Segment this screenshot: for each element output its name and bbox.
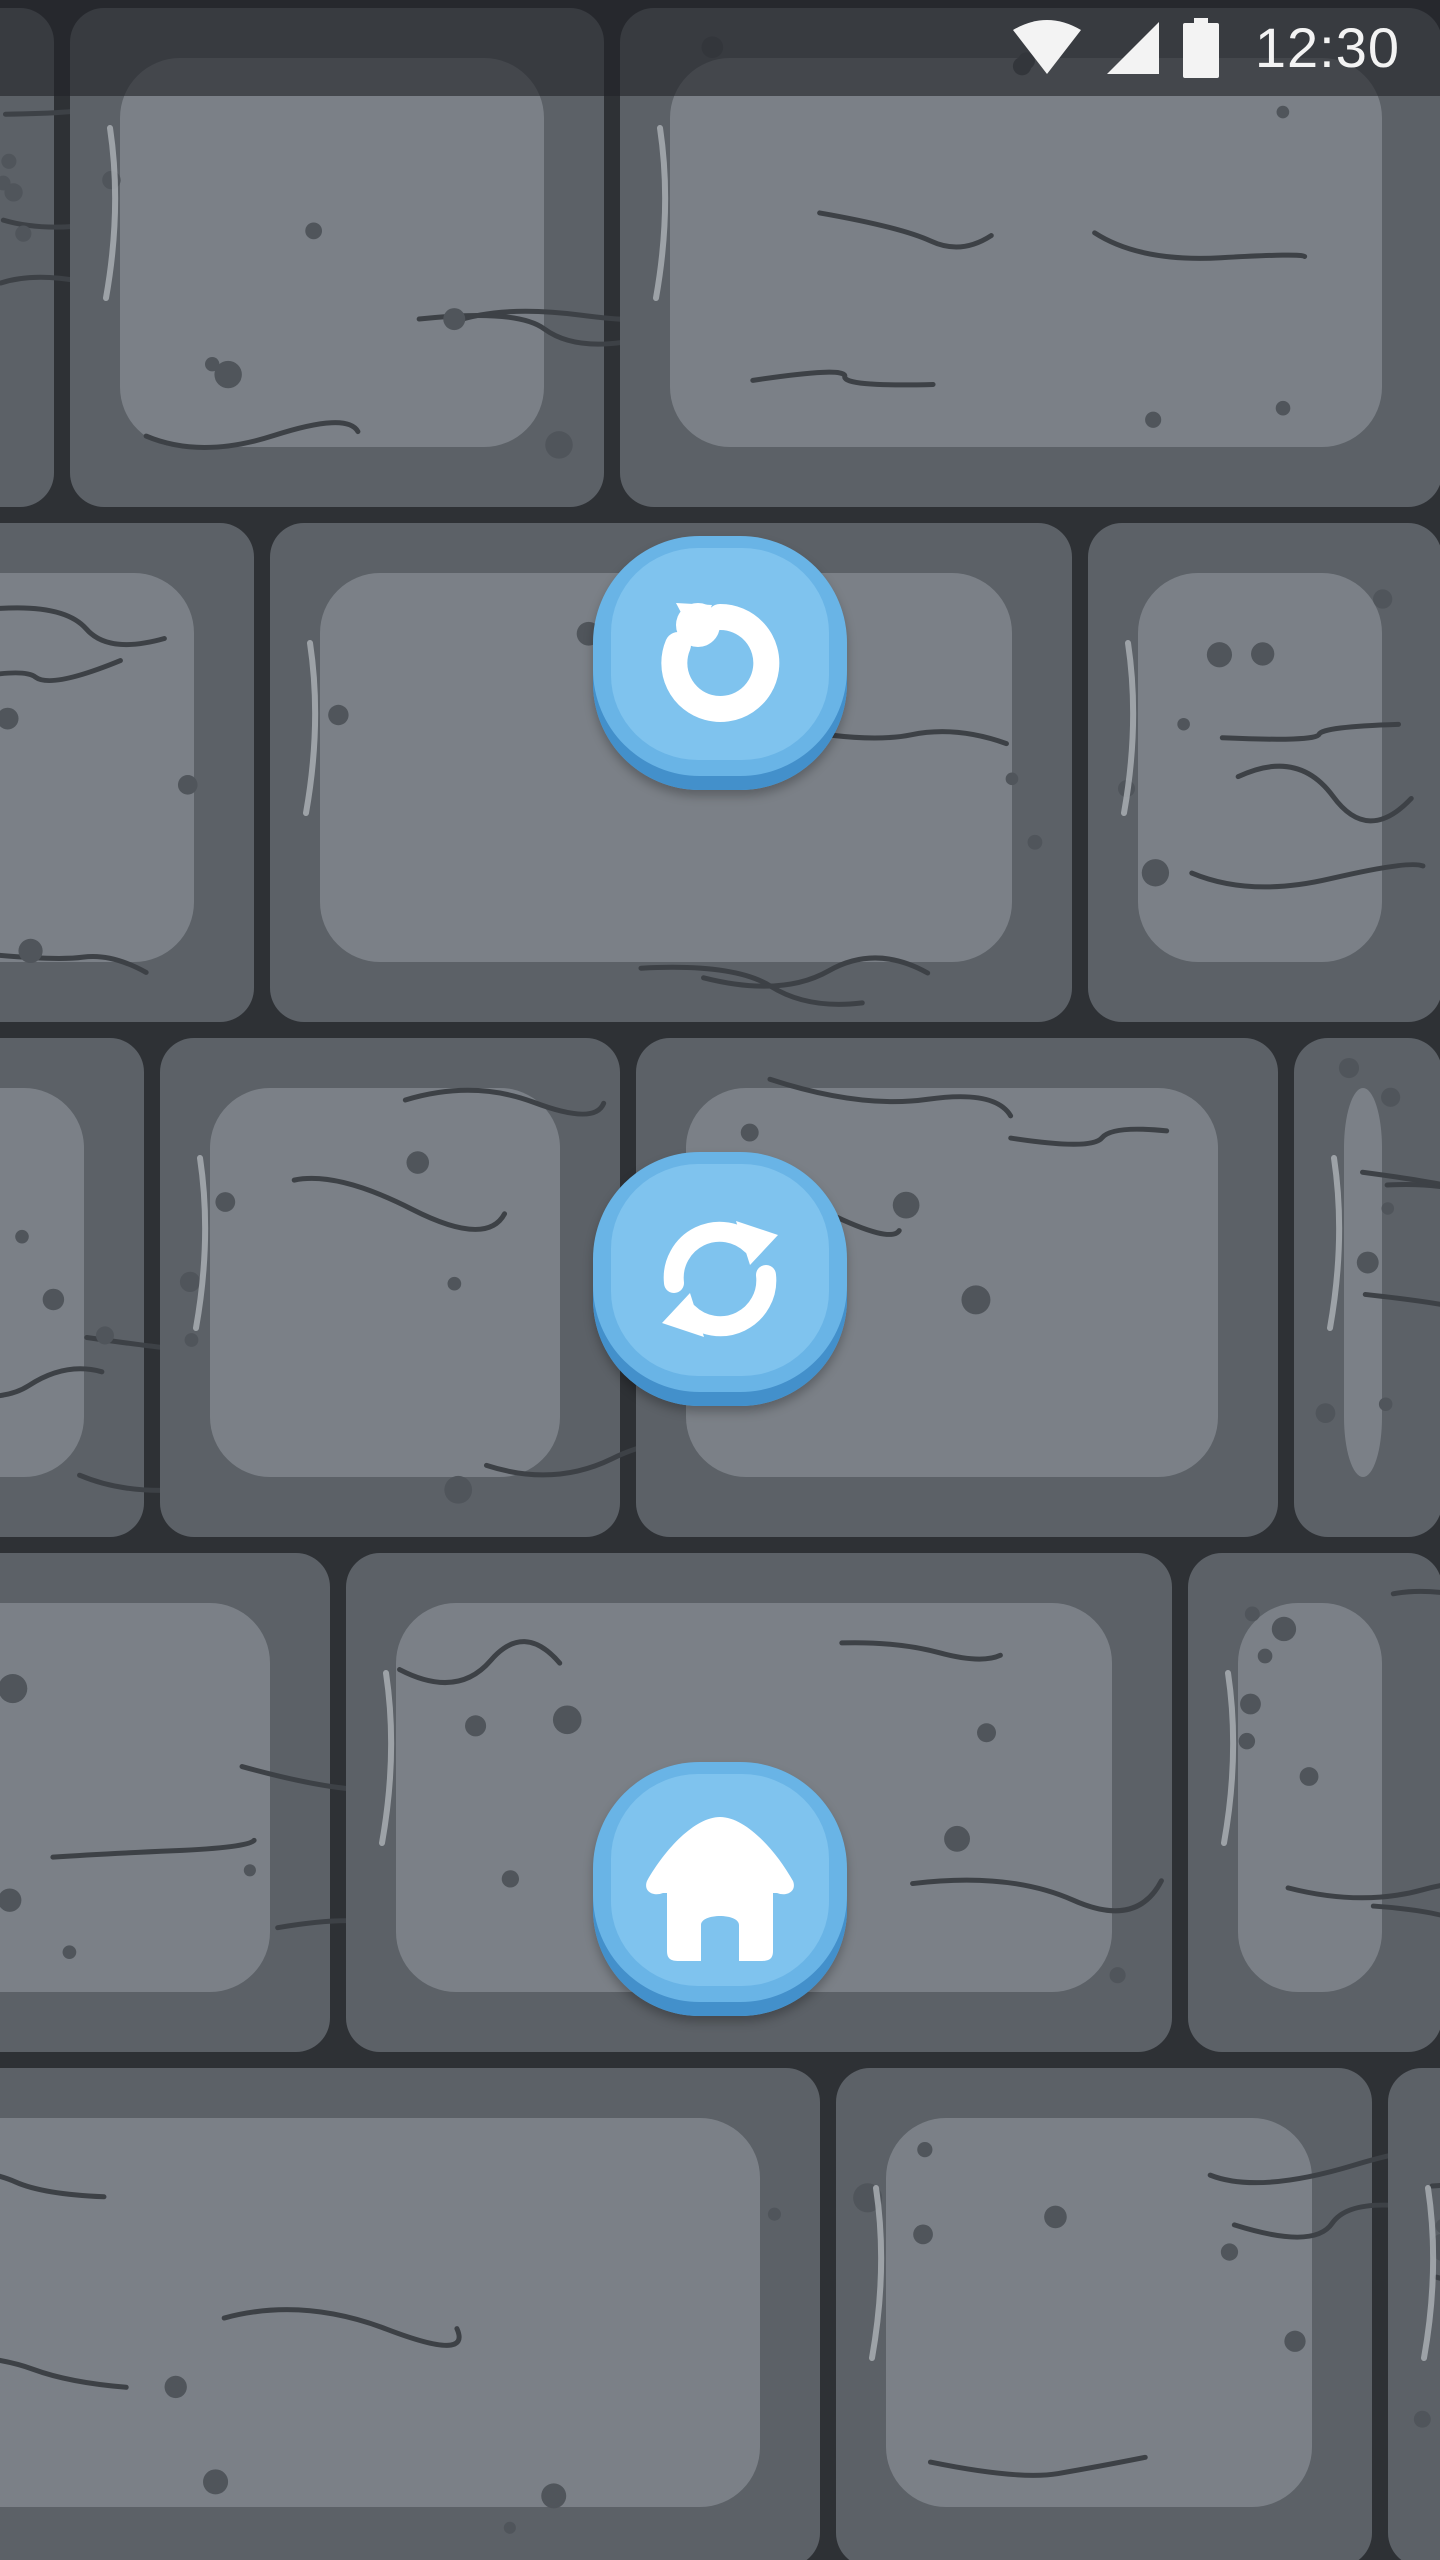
home-icon — [646, 1817, 794, 1961]
home-button[interactable] — [593, 1762, 847, 2016]
restart-button[interactable] — [593, 536, 847, 790]
refresh-icon — [662, 1221, 778, 1337]
replay-button[interactable] — [593, 1152, 847, 1406]
status-clock: 12:30 — [1254, 16, 1400, 79]
cellular-signal-icon — [1106, 22, 1159, 74]
status-bar: 12:30 — [0, 0, 1440, 96]
battery-icon — [1182, 18, 1219, 78]
wifi-icon — [1012, 20, 1081, 74]
restart-icon — [661, 603, 780, 722]
